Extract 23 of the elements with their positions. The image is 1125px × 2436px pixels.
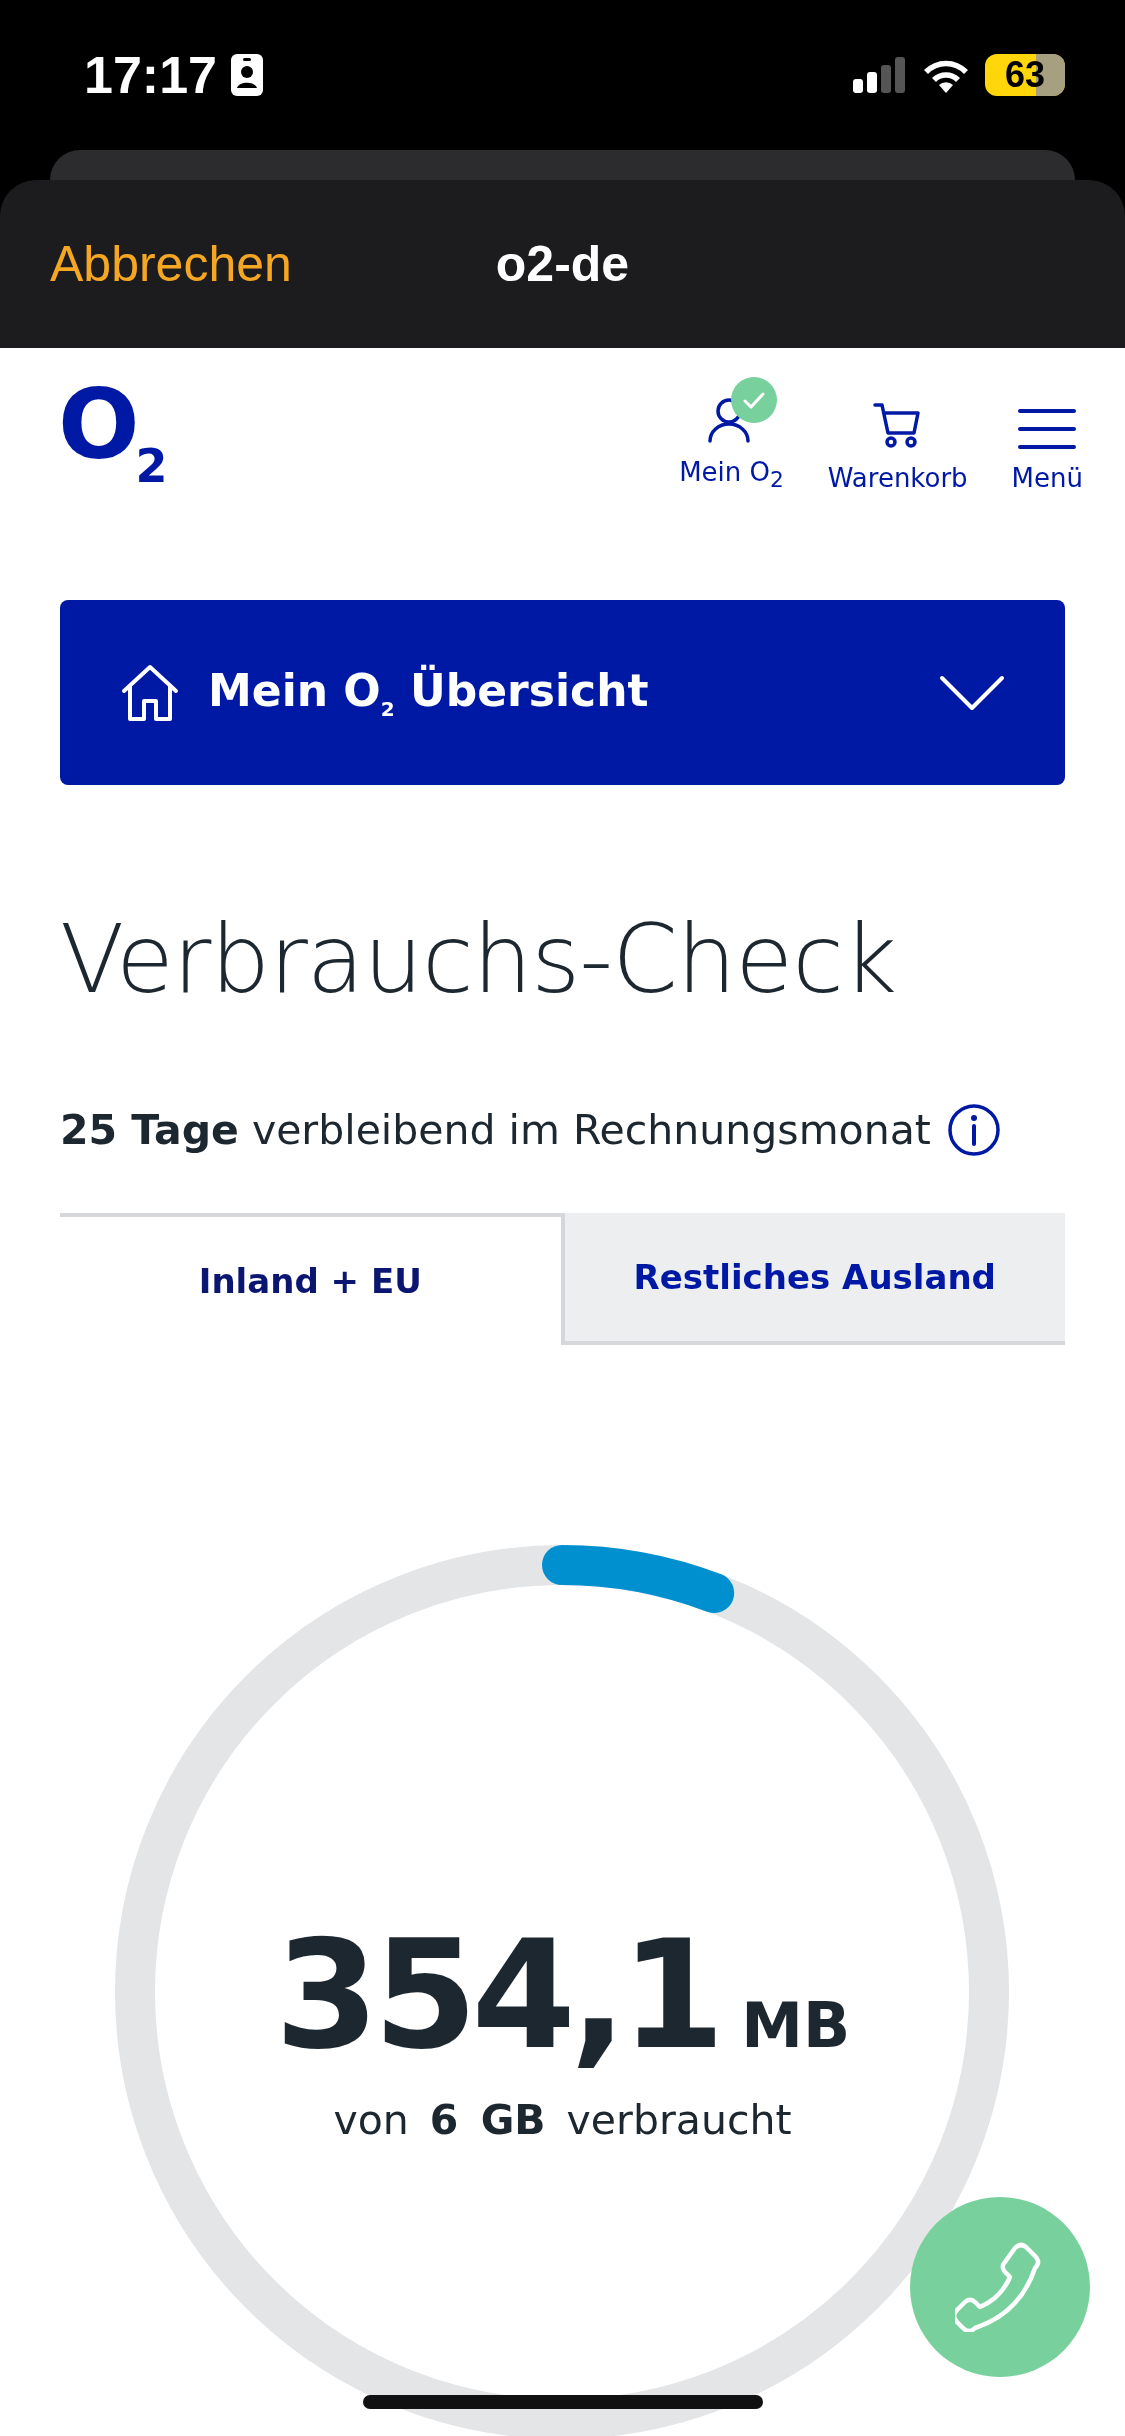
region-tab[interactable]: Inland + EU <box>60 1213 565 1345</box>
nav-menu-button[interactable]: Menü <box>1011 378 1083 493</box>
clock-time: 17:17 <box>84 45 217 105</box>
house-icon <box>120 662 180 723</box>
overview-dropdown[interactable]: Mein O$_{2}$ Übersicht <box>60 600 1065 785</box>
chevron-down-icon <box>939 674 1005 711</box>
cancel-button[interactable]: Abbrechen <box>50 235 292 293</box>
billing-period-text: 25 Tage verbleibend im Rechnungsmonat <box>60 1106 931 1154</box>
usage-unit: MB <box>741 1989 851 2062</box>
o2-logo[interactable]: O$_{2}$ <box>58 377 168 489</box>
signal-icon <box>853 57 907 93</box>
battery-icon: 63 <box>985 54 1065 96</box>
page-title: Verbrauchs-Check <box>60 904 898 1016</box>
sheet-title: o2-de <box>495 236 630 292</box>
usage-amount: 354,1 <box>274 1907 720 2084</box>
region-tab[interactable]: Restliches Ausland <box>564 1213 1065 1345</box>
usage-caption: von 6 GB verbraucht <box>333 2096 792 2144</box>
menu-icon <box>1018 406 1077 451</box>
check-badge-icon <box>731 377 778 424</box>
info-icon[interactable] <box>946 1103 1001 1157</box>
id-card-icon <box>231 54 263 96</box>
nav-cart-button[interactable]: Warenkorb <box>827 378 968 493</box>
nav-account-button[interactable]: Mein O$_{2}$ <box>679 373 784 493</box>
